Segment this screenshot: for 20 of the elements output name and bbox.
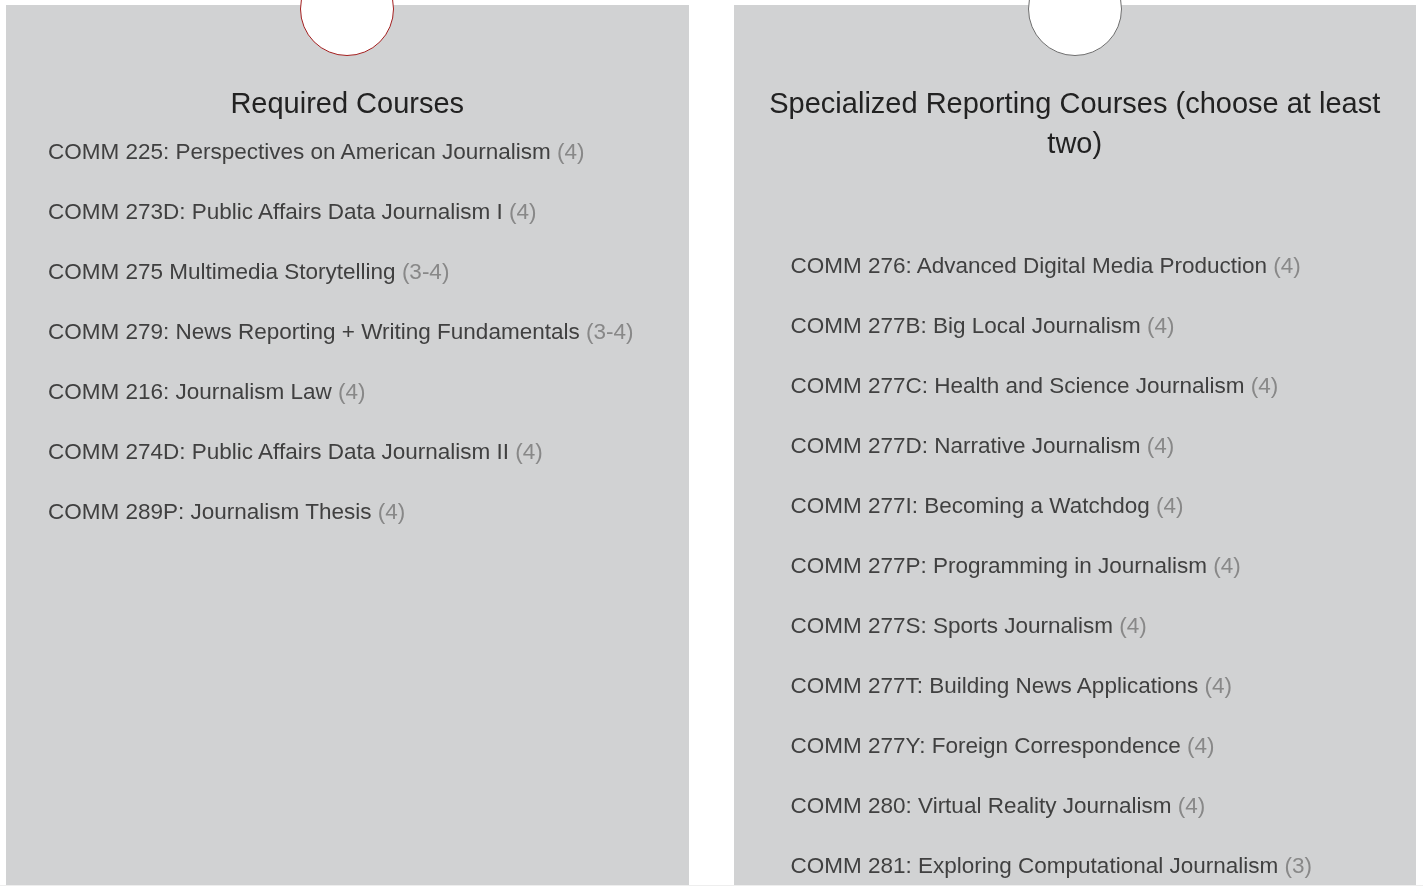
course-item: COMM 277D: Narrative Journalism (4)	[789, 432, 1176, 460]
course-item: COMM 279: News Reporting + Writing Fundamentals (3-4)	[47, 318, 635, 346]
course-item: COMM 277T: Building News Applications (4)	[789, 672, 1233, 700]
course-item: COMM 225: Perspectives on American Journalism (4)	[47, 138, 586, 166]
course-item: COMM 281: Exploring Computational Journalism (3)	[789, 852, 1313, 880]
section-title: Required Courses	[229, 86, 466, 121]
course-item: COMM 274D: Public Affairs Data Journalism II (4)	[47, 438, 544, 466]
course-item: COMM 277B: Big Local Journalism (4)	[789, 312, 1176, 340]
course-item: COMM 216: Journalism Law (4)	[47, 378, 367, 406]
course-item: COMM 277Y: Foreign Correspondence (4)	[789, 732, 1216, 760]
course-item: COMM 289P: Journalism Thesis (4)	[47, 498, 407, 526]
course-item: COMM 277C: Health and Science Journalism (4)	[789, 372, 1280, 400]
section-title: Specialized Reporting Courses (choose at least two)	[768, 86, 1382, 161]
course-item: COMM 280: Virtual Reality Journalism (4)	[789, 792, 1207, 820]
course-item: COMM 276: Advanced Digital Media Production (4)	[789, 252, 1302, 280]
course-item: COMM 277I: Becoming a Watchdog (4)	[789, 492, 1185, 520]
course-item: COMM 273D: Public Affairs Data Journalism I (4)	[47, 198, 538, 226]
course-item: COMM 277P: Programming in Journalism (4)	[789, 552, 1242, 580]
course-item: COMM 275 Multimedia Storytelling (3-4)	[47, 258, 451, 286]
course-item: COMM 277S: Sports Journalism (4)	[789, 612, 1148, 640]
